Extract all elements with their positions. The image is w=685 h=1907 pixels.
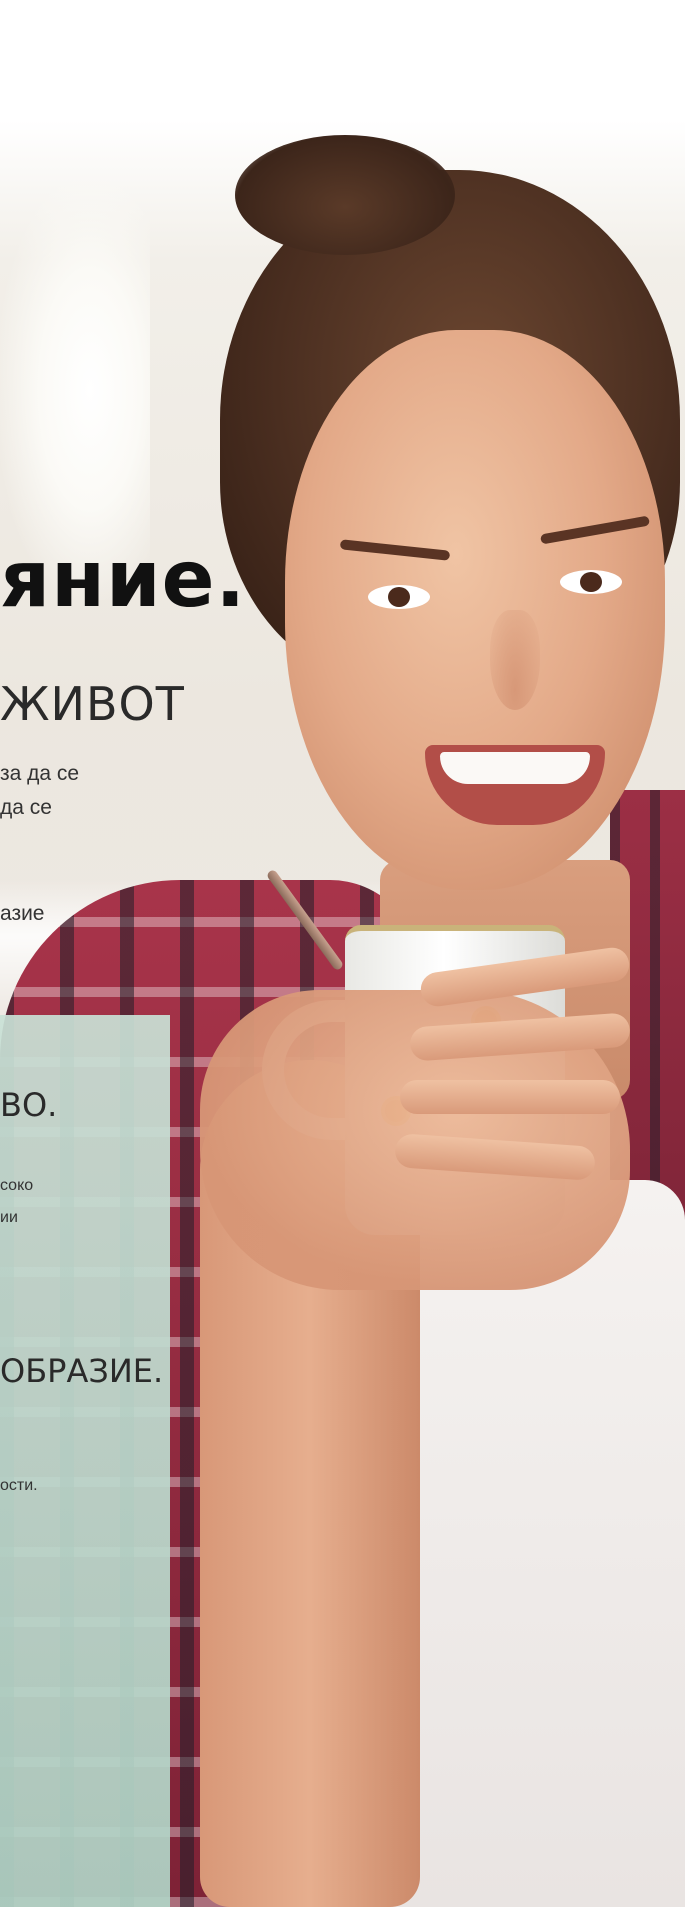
section-2-body: ости. [0,1470,38,1502]
section-2-title: ОБРАЗИЕ. [0,1352,164,1390]
section-1-line: ии [0,1209,18,1226]
intro-tail: азие [0,902,45,925]
page-headline: яние. [0,535,247,625]
intro-line: да се [0,796,52,819]
page-subheadline: ЖИВОТ [0,677,185,731]
section-1-body: соко ии [0,1170,33,1234]
intro-paragraph: за да се да се [0,757,79,825]
right-eye [560,570,622,594]
finger [400,1080,620,1114]
section-1-title: ВО. [0,1086,58,1124]
mint-overlay-panel [0,1015,170,1907]
intro-line: за да се [0,762,80,785]
hair-bun [235,135,455,255]
left-eye [368,585,430,609]
section-1-line: соко [0,1177,34,1194]
section-2-line: ости. [0,1477,38,1494]
teeth [440,752,590,784]
nose [490,610,540,710]
